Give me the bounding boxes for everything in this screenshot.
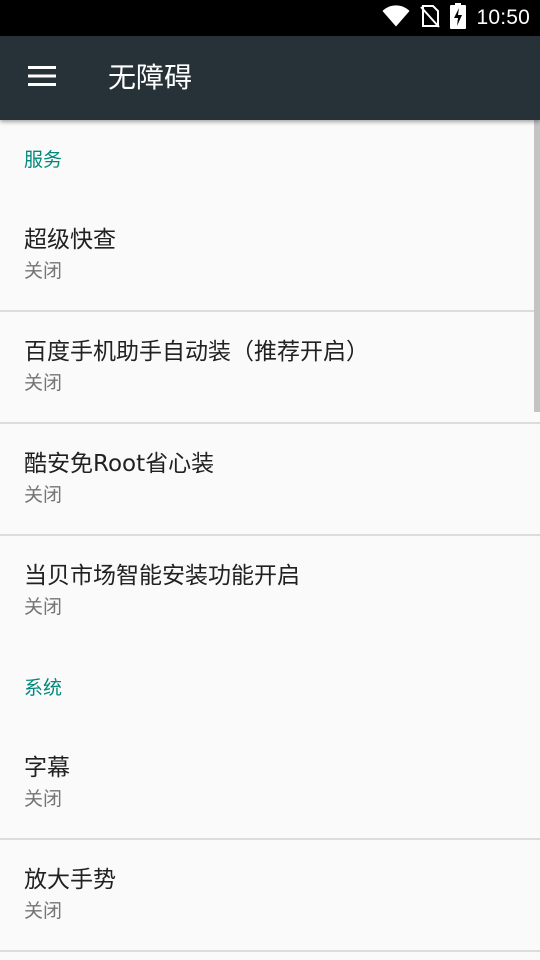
item-summary: 关闭	[24, 260, 63, 282]
list-item[interactable]: 百度手机助手自动装（推荐开启） 关闭	[0, 312, 540, 424]
list-item[interactable]: 超级快查 关闭	[0, 200, 540, 312]
item-title: 当贝市场智能安装功能开启	[24, 563, 300, 589]
wifi-icon	[382, 5, 410, 31]
list-item[interactable]: 酷安免Root省心装 关闭	[0, 424, 540, 536]
menu-button[interactable]	[18, 54, 66, 102]
list-item[interactable]: 字幕 关闭	[0, 728, 540, 840]
list-item[interactable]: 当贝市场智能安装功能开启 关闭	[0, 536, 540, 648]
item-title: 字幕	[24, 755, 70, 781]
page-title: 无障碍	[108, 61, 193, 94]
status-icons: 10:50	[382, 0, 530, 36]
app-bar: 无障碍	[0, 36, 540, 120]
section-header-services: 服务	[24, 149, 63, 171]
preference-list[interactable]: 服务 超级快查 关闭 百度手机助手自动装（推荐开启） 关闭 酷安免Root省心装…	[0, 120, 540, 960]
scrollbar[interactable]	[534, 120, 540, 412]
item-title: 酷安免Root省心装	[24, 451, 215, 477]
item-title: 放大手势	[24, 867, 116, 893]
item-summary: 关闭	[24, 372, 63, 394]
item-summary: 关闭	[24, 484, 63, 506]
status-time: 10:50	[476, 6, 530, 29]
item-summary: 关闭	[24, 596, 63, 618]
section-header-system: 系统	[24, 677, 63, 699]
item-summary: 关闭	[24, 900, 63, 922]
list-item[interactable]: 放大手势 关闭	[0, 840, 540, 952]
hamburger-menu-icon	[28, 66, 56, 90]
item-title: 超级快查	[24, 227, 116, 253]
item-summary: 关闭	[24, 788, 63, 810]
status-bar: 10:50	[0, 0, 540, 36]
battery-charging-icon	[450, 3, 467, 33]
no-sim-icon	[420, 4, 441, 32]
item-title: 百度手机助手自动装（推荐开启）	[24, 339, 369, 365]
